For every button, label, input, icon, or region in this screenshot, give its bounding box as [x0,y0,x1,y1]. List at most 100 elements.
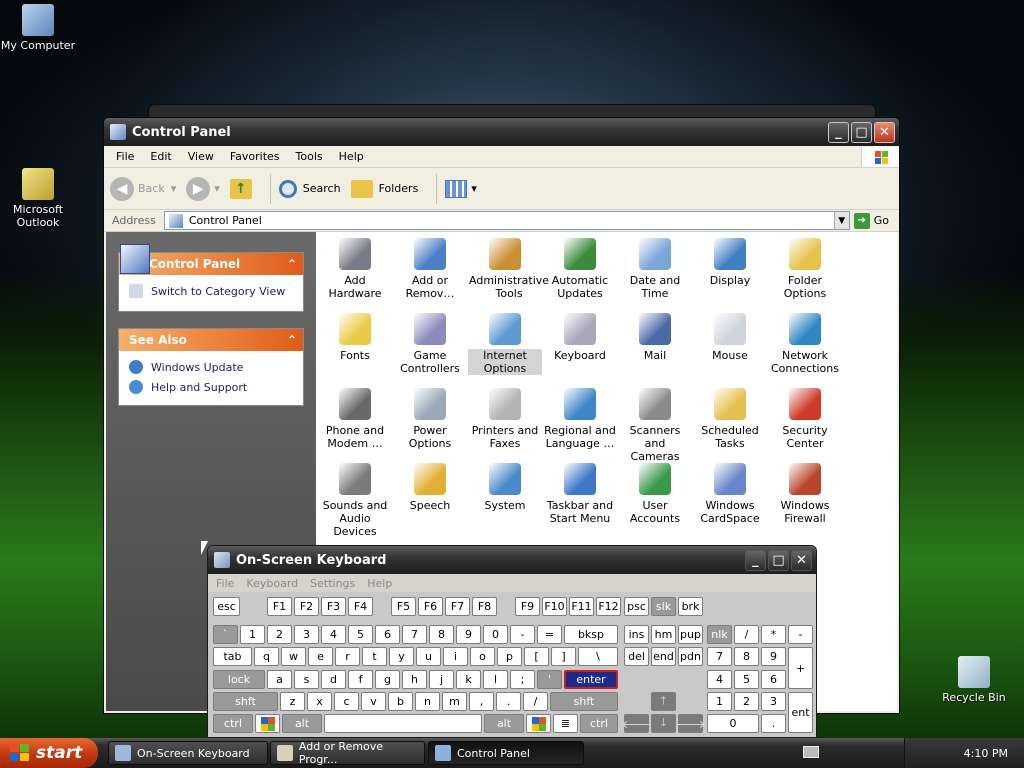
key-semi[interactable]: ; [510,670,535,689]
key-f11[interactable]: F11 [569,597,594,616]
on-screen-keyboard-window[interactable]: On-Screen Keyboard _ □ ✕ File Keyboard S… [207,545,817,738]
key-f3[interactable]: F3 [321,597,346,616]
key-f[interactable]: f [348,670,373,689]
osk-title-bar[interactable]: On-Screen Keyboard _ □ ✕ [208,546,816,574]
cp-item[interactable]: Display [693,238,767,287]
back-button[interactable]: ◀ Back ▾ [110,176,176,201]
key-p[interactable]: p [497,647,522,666]
cp-item[interactable]: Mail [618,313,692,362]
key-n2[interactable]: 2 [734,692,759,711]
key-enter[interactable]: enter [564,670,618,689]
taskbar-item-on-screen-keyboard[interactable]: On-Screen Keyboard [108,741,268,765]
key-ndiv[interactable]: / [734,625,759,644]
key-f5[interactable]: F5 [391,597,416,616]
menu-tools[interactable]: Tools [288,150,331,163]
key-lwin[interactable] [255,714,280,733]
key-bsl[interactable]: \ [578,647,618,666]
key-f10[interactable]: F10 [542,597,567,616]
key-eq[interactable]: = [537,625,562,644]
key-f1[interactable]: F1 [267,597,292,616]
folders-button[interactable]: Folders [350,179,418,198]
go-arrow-icon[interactable]: ➔ [853,212,870,229]
address-dropdown-button[interactable]: ▼ [833,212,849,229]
key-o[interactable]: o [470,647,495,666]
cp-item[interactable]: User Accounts [618,463,692,525]
menu-file[interactable]: File [108,150,142,163]
key-app[interactable]: ≣ [553,714,578,733]
maximize-button[interactable]: □ [851,121,872,143]
key-j[interactable]: j [429,670,454,689]
key-pup[interactable]: pup [678,625,703,644]
key-n9[interactable]: 9 [761,647,786,666]
key-rctrl[interactable]: ctrl [580,714,618,733]
taskbar-item-control-panel[interactable]: Control Panel [428,741,584,765]
key-f7[interactable]: F7 [445,597,470,616]
key-ins[interactable]: ins [624,625,649,644]
key-f9[interactable]: F9 [515,597,540,616]
key-tick[interactable]: ` [213,625,238,644]
key-x[interactable]: x [307,692,332,711]
key-k5[interactable]: 5 [348,625,373,644]
key-k[interactable]: k [456,670,481,689]
key-v[interactable]: v [361,692,386,711]
key-lshft[interactable]: shft [213,692,278,711]
title-bar[interactable]: Control Panel _ □ ✕ [104,118,899,146]
cp-item[interactable]: Game Controllers [393,313,467,375]
key-l[interactable]: l [483,670,508,689]
key-n3[interactable]: 3 [761,692,786,711]
key-k2[interactable]: 2 [267,625,292,644]
cp-item[interactable]: Folder Options [768,238,842,300]
cp-item[interactable]: Administrative Tools [468,238,549,300]
key-rshft[interactable]: shft [550,692,618,711]
key-psc[interactable]: psc [624,597,649,616]
key-nent[interactable]: ent [788,692,813,733]
key-lock[interactable]: lock [213,670,265,689]
minimize-button[interactable]: _ [828,121,849,143]
key-end[interactable]: end [651,647,676,666]
cp-item[interactable]: Windows CardSpace [693,463,767,525]
cp-item[interactable]: Taskbar and Start Menu [543,463,617,525]
see-also-panel-header[interactable]: See Also ⌃ [119,329,303,351]
keyboard-tray-icon[interactable] [803,746,819,758]
key-b[interactable]: b [388,692,413,711]
key-dot[interactable]: . [496,692,521,711]
cp-item[interactable]: Speech [393,463,467,512]
key-k0[interactable]: 0 [483,625,508,644]
views-button[interactable]: ▾ [445,179,477,198]
help-and-support-link[interactable]: Help and Support [119,377,303,397]
key-n4[interactable]: 4 [707,670,732,689]
key-t[interactable]: t [362,647,387,666]
key-quote[interactable]: ' [537,670,562,689]
key-brk[interactable]: brk [678,597,703,616]
key-slash[interactable]: / [523,692,548,711]
key-lbr[interactable]: [ [524,647,549,666]
cp-item[interactable]: Automatic Updates [543,238,617,300]
collapse-chevron-icon[interactable]: ⌃ [287,257,297,271]
cp-item[interactable]: Date and Time [618,238,692,300]
cp-item[interactable]: Sounds and Audio Devices [318,463,392,538]
cp-item[interactable]: Internet Options [468,313,542,375]
collapse-chevron-icon[interactable]: ⌃ [287,333,297,347]
key-k8[interactable]: 8 [429,625,454,644]
osk-close-button[interactable]: ✕ [791,549,812,571]
key-d[interactable]: d [321,670,346,689]
key-u[interactable]: u [416,647,441,666]
start-button[interactable]: start [0,738,98,768]
cp-item[interactable]: Fonts [318,313,392,362]
key-h[interactable]: h [402,670,427,689]
key-left[interactable]: 🡐 [622,714,651,733]
cp-item[interactable]: Regional and Language … [543,388,617,450]
my-computer-desktop-icon[interactable]: My Computer [0,4,78,52]
menu-view[interactable]: View [180,150,222,163]
osk-menu-keyboard[interactable]: Keyboard [240,577,304,590]
cp-item[interactable]: Scanners and Cameras [618,388,692,463]
key-tab[interactable]: tab [213,647,252,666]
recycle-bin-desktop-icon[interactable]: Recycle Bin [934,656,1014,704]
key-w[interactable]: w [281,647,306,666]
cp-item[interactable]: Phone and Modem … [318,388,392,450]
outlook-desktop-icon[interactable]: Microsoft Outlook [0,168,78,229]
key-lalt[interactable]: alt [282,714,322,733]
key-slk[interactable]: slk [651,597,676,616]
key-lctrl[interactable]: ctrl [213,714,253,733]
clock[interactable]: 4:10 PM [964,747,1008,760]
